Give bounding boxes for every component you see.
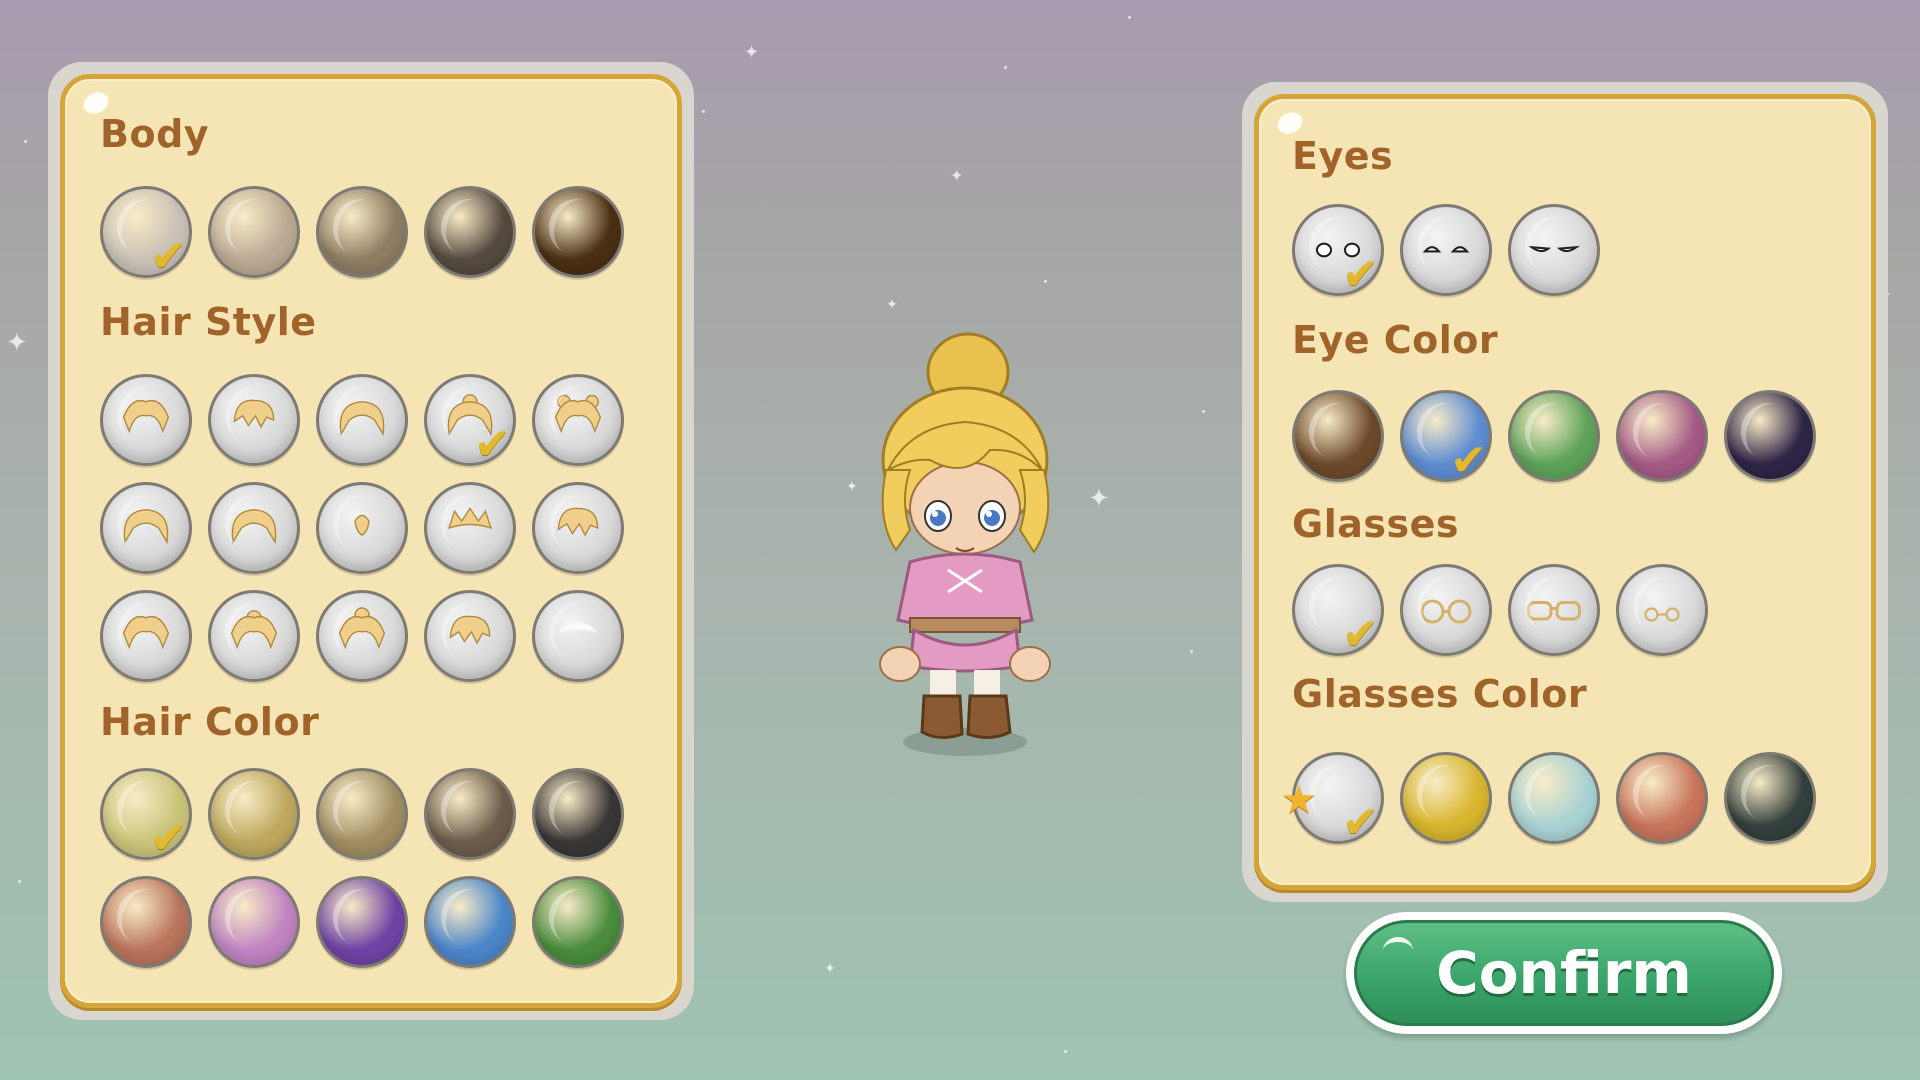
hair-style-option[interactable] bbox=[208, 374, 300, 466]
checkmark-icon: ✔ bbox=[474, 419, 511, 470]
hair-color-swatch[interactable] bbox=[208, 768, 300, 860]
body-section-title: Body bbox=[100, 112, 210, 156]
hair-color-swatch[interactable] bbox=[316, 768, 408, 860]
sparkle-icon: ✦ bbox=[824, 961, 836, 977]
sparkle-icon: ✦ bbox=[1088, 484, 1110, 514]
eye-shape-icon bbox=[1403, 207, 1489, 293]
hair-style-option[interactable] bbox=[208, 590, 300, 682]
hair-style-icon bbox=[211, 593, 297, 679]
glasses-option[interactable] bbox=[1508, 564, 1600, 656]
button-gloss bbox=[1383, 937, 1413, 964]
eye-shape-option[interactable] bbox=[1508, 204, 1600, 296]
body-skin-swatch[interactable]: ✔ bbox=[100, 186, 192, 282]
body-skin-swatch[interactable] bbox=[424, 186, 516, 278]
star-icon: ★ bbox=[1281, 777, 1317, 823]
hair-style-option[interactable] bbox=[316, 590, 408, 682]
glasses-option[interactable]: ✔ bbox=[1292, 564, 1384, 660]
checkmark-icon: ✔ bbox=[150, 813, 187, 864]
sparkle-icon: ✦ bbox=[886, 297, 898, 313]
hair-style-option[interactable] bbox=[532, 482, 624, 574]
hair-color-swatch[interactable] bbox=[316, 876, 408, 968]
confirm-button-label: Confirm bbox=[1436, 939, 1692, 1007]
eye-color-swatch[interactable] bbox=[1292, 390, 1384, 482]
glasses-color-section-title: Glasses Color bbox=[1292, 672, 1588, 716]
hair-color-section-title: Hair Color bbox=[100, 700, 320, 744]
hair-style-icon bbox=[319, 593, 405, 679]
checkmark-icon: ✔ bbox=[1342, 249, 1379, 300]
hair-style-section-title: Hair Style bbox=[100, 300, 317, 344]
eye-color-swatch[interactable] bbox=[1508, 390, 1600, 482]
hair-style-icon bbox=[211, 377, 297, 463]
hair-style-icon bbox=[535, 593, 621, 679]
hair-style-option[interactable] bbox=[208, 482, 300, 574]
hair-style-option[interactable] bbox=[532, 590, 624, 682]
hair-color-swatch[interactable] bbox=[208, 876, 300, 968]
body-skin-swatch[interactable] bbox=[208, 186, 300, 278]
hair-style-icon bbox=[535, 485, 621, 571]
hair-style-option[interactable] bbox=[100, 482, 192, 574]
sparkle-icon: ✦ bbox=[950, 166, 964, 185]
hair-style-icon bbox=[211, 485, 297, 571]
hair-style-option[interactable] bbox=[316, 374, 408, 466]
eye-color-swatch[interactable] bbox=[1616, 390, 1708, 482]
glasses-color-swatch[interactable] bbox=[1400, 752, 1492, 844]
eye-shape-icon bbox=[1511, 207, 1597, 293]
checkmark-icon: ✔ bbox=[1342, 797, 1379, 848]
glasses-section-title: Glasses bbox=[1292, 502, 1459, 546]
hair-style-icon bbox=[319, 485, 405, 571]
hair-color-swatch[interactable] bbox=[424, 876, 516, 968]
hair-style-option[interactable] bbox=[532, 374, 624, 466]
glasses-icon bbox=[1511, 567, 1597, 653]
body-skin-swatch[interactable] bbox=[532, 186, 624, 278]
sparkle-icon: ✦ bbox=[744, 42, 760, 63]
eye-color-section-title: Eye Color bbox=[1292, 318, 1499, 362]
checkmark-icon: ✔ bbox=[1342, 609, 1379, 660]
hair-style-option[interactable] bbox=[100, 590, 192, 682]
glasses-icon bbox=[1619, 567, 1705, 653]
glasses-option[interactable] bbox=[1616, 564, 1708, 656]
hair-style-icon bbox=[535, 377, 621, 463]
glasses-option[interactable] bbox=[1400, 564, 1492, 656]
confirm-button[interactable]: Confirm bbox=[1346, 912, 1782, 1034]
hair-style-icon bbox=[103, 377, 189, 463]
hair-style-icon bbox=[103, 593, 189, 679]
glasses-color-swatch[interactable]: ✔ ★ bbox=[1281, 752, 1384, 848]
character-avatar bbox=[879, 332, 1051, 756]
glasses-color-swatch[interactable] bbox=[1724, 752, 1816, 844]
hair-style-option[interactable]: ✔ bbox=[424, 374, 516, 470]
hair-color-swatch[interactable] bbox=[532, 876, 624, 968]
sparkle-icon: ✦ bbox=[6, 328, 28, 358]
hair-style-option[interactable] bbox=[316, 482, 408, 574]
hair-color-swatch[interactable]: ✔ bbox=[100, 768, 192, 864]
eye-color-swatch[interactable]: ✔ bbox=[1400, 390, 1492, 486]
hair-style-option[interactable] bbox=[100, 374, 192, 466]
eye-shape-option[interactable] bbox=[1400, 204, 1492, 296]
glasses-color-swatch[interactable] bbox=[1616, 752, 1708, 844]
hair-style-icon bbox=[427, 593, 513, 679]
hair-style-icon bbox=[103, 485, 189, 571]
glasses-color-swatch[interactable] bbox=[1508, 752, 1600, 844]
sparkle-icon: ✦ bbox=[846, 479, 858, 495]
hair-style-option[interactable] bbox=[424, 590, 516, 682]
hair-style-icon bbox=[427, 485, 513, 571]
body-skin-swatch[interactable] bbox=[316, 186, 408, 278]
hair-color-swatch[interactable] bbox=[532, 768, 624, 860]
hair-style-option[interactable] bbox=[424, 482, 516, 574]
hair-color-swatch[interactable] bbox=[424, 768, 516, 860]
checkmark-icon: ✔ bbox=[1450, 435, 1487, 486]
hair-color-swatch[interactable] bbox=[100, 876, 192, 968]
hair-style-icon bbox=[319, 377, 405, 463]
eye-shape-option[interactable]: ✔ bbox=[1292, 204, 1384, 300]
eye-color-swatch[interactable] bbox=[1724, 390, 1816, 482]
glasses-icon bbox=[1403, 567, 1489, 653]
checkmark-icon: ✔ bbox=[150, 231, 187, 282]
eyes-section-title: Eyes bbox=[1292, 134, 1394, 178]
